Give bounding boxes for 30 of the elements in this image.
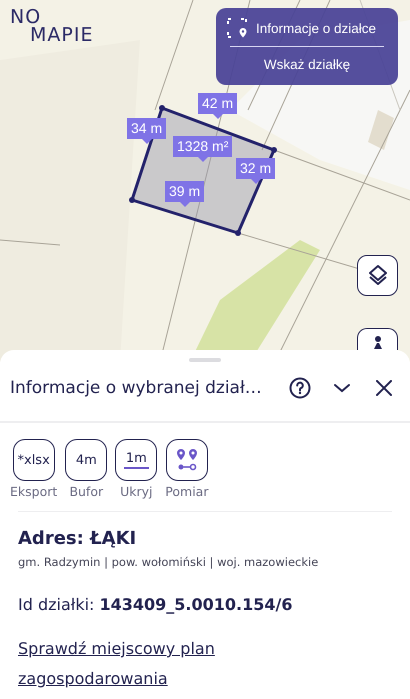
menu-item[interactable]: Informacje o działce: [226, 14, 386, 42]
sheet-title: Informacje o wybranej dział…: [10, 378, 263, 398]
tool-button[interactable]: *xlsx: [12, 439, 55, 481]
route-pins-icon: [176, 448, 198, 472]
tool-button[interactable]: 1m: [115, 439, 158, 481]
region-text: gm. Radzymin | pow. wołomiński | woj. mazowieckie: [18, 555, 320, 569]
plan-link[interactable]: Sprawdź miejscowy plan zagospodarowania: [18, 634, 278, 694]
layers-icon: [366, 264, 388, 288]
tool-label: Pomiar: [165, 484, 208, 499]
measurement-label: 39 m: [165, 181, 204, 207]
tool-button[interactable]: 4m: [65, 439, 108, 481]
address-heading: Adres: ŁĄKI: [18, 528, 138, 549]
parcel-id-text: Id działki: 143409_5.0010.154/6: [18, 595, 294, 614]
tool-label: Ukryj: [120, 484, 152, 499]
tool-label: Eksport: [10, 484, 58, 499]
person-button[interactable]: [357, 328, 398, 350]
measurement-label: 1328 m²: [173, 136, 232, 162]
measurement-label: 32 m: [236, 158, 276, 184]
help-icon: [289, 377, 311, 399]
measurement-label: 34 m: [127, 118, 166, 144]
layers-button[interactable]: [357, 255, 398, 296]
chevron-down-icon: [333, 383, 351, 393]
parcel-pin-icon: [226, 17, 248, 40]
close-icon: [376, 380, 392, 396]
measure-button[interactable]: [166, 439, 208, 481]
menu-item[interactable]: Wskaż działkę: [228, 50, 386, 79]
measurement-label: 42 m: [198, 93, 238, 119]
app-logo: NO MAPIE: [10, 8, 94, 44]
tool-label: Bufor: [69, 484, 104, 499]
drag-handle[interactable]: [189, 358, 221, 362]
